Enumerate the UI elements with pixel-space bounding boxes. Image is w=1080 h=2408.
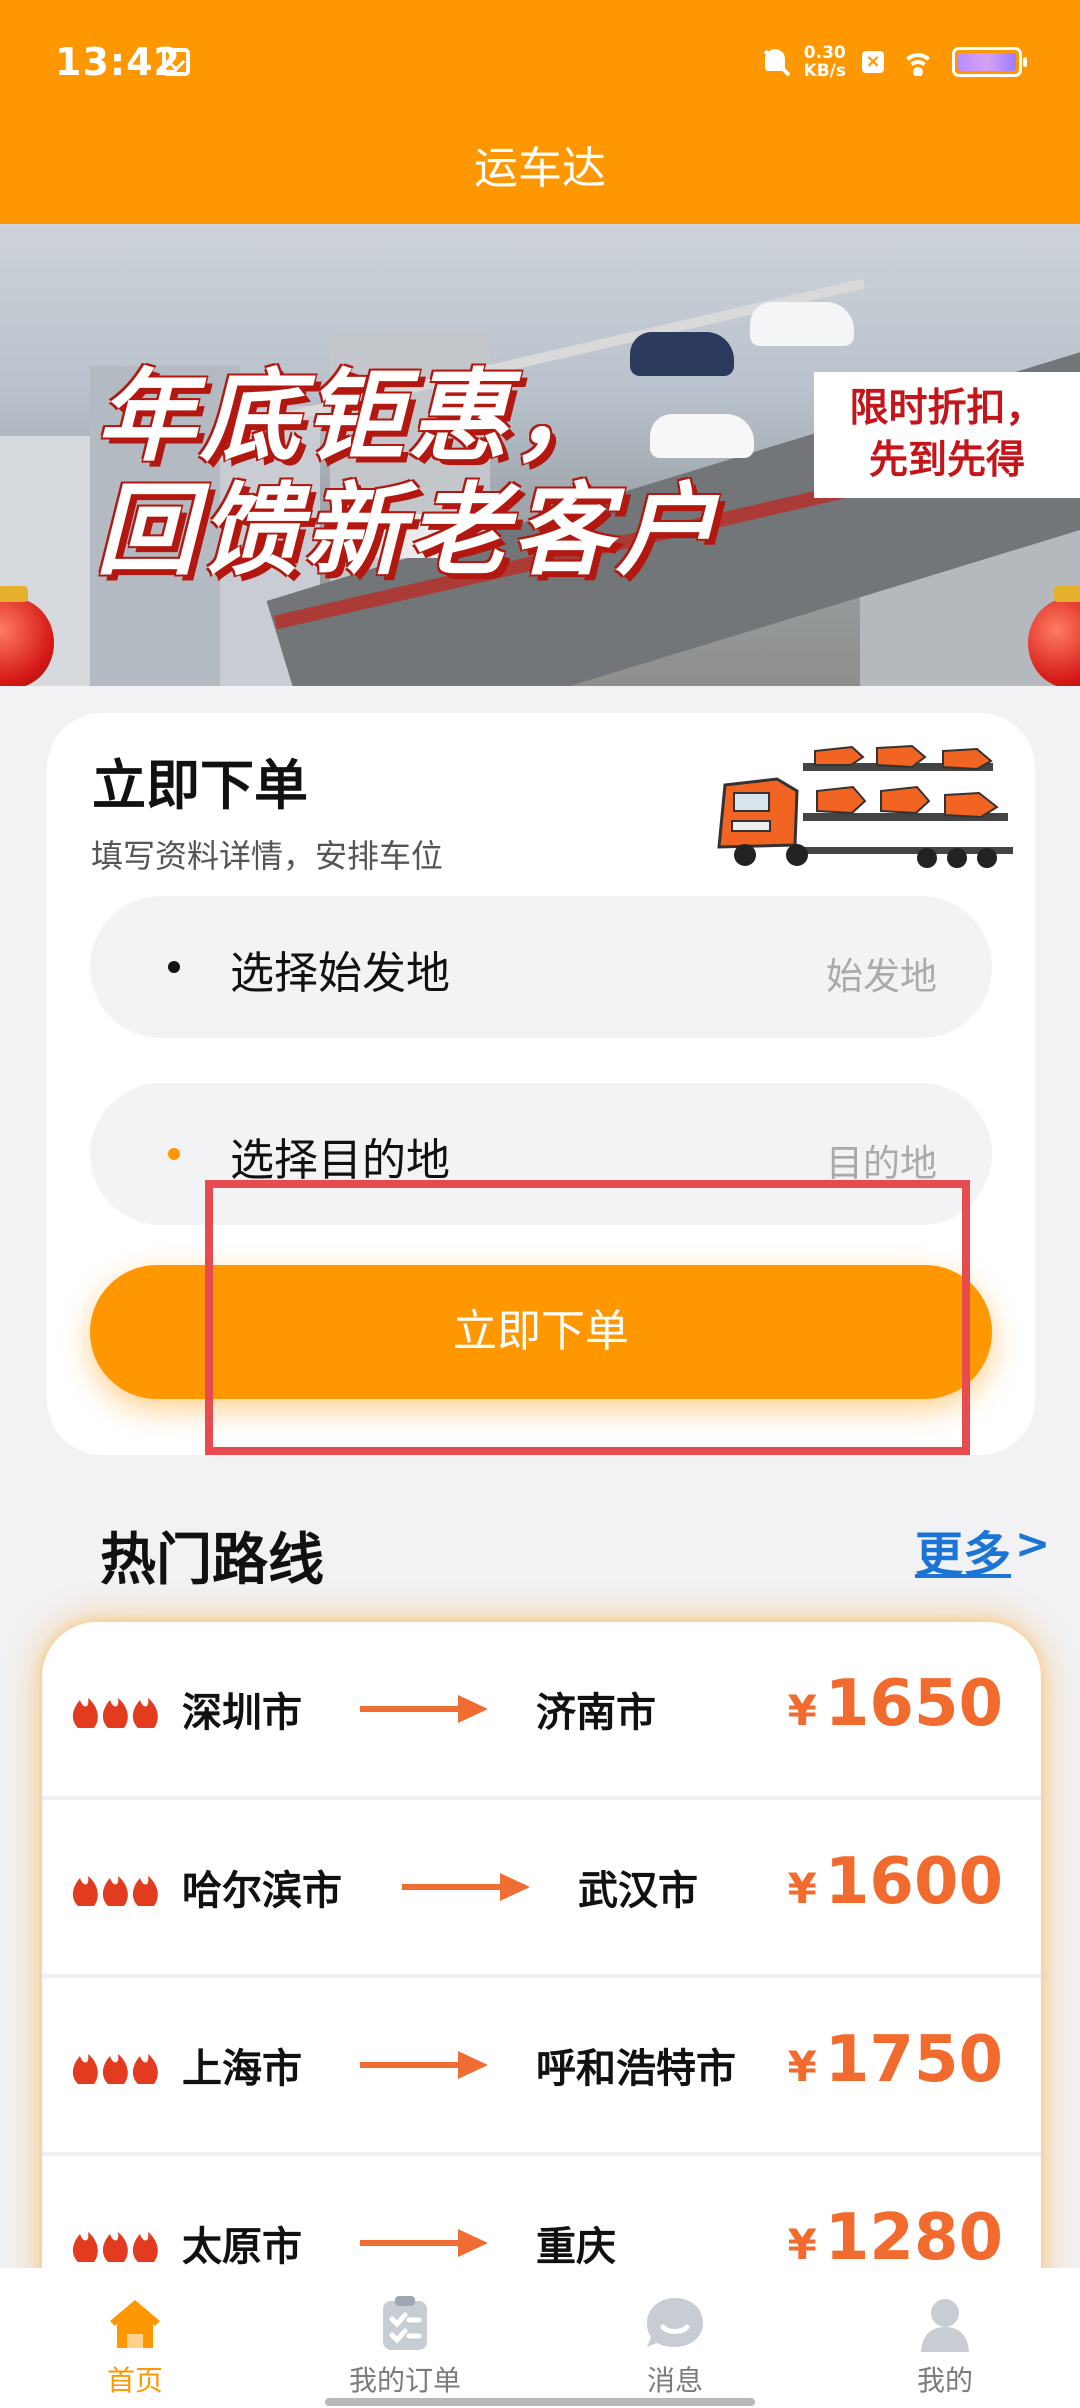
banner-headline-line: 年底钜惠，: [96, 358, 616, 475]
route-origin: 深圳市: [182, 1690, 302, 1736]
route-origin: 太原市: [182, 2224, 302, 2270]
fire-icon: [72, 2232, 158, 2262]
hot-routes-title: 热门路线: [100, 1528, 324, 1593]
route-price-value: 1280: [824, 2201, 1003, 2275]
app-notification-icon: [162, 48, 190, 76]
more-arrow-icon[interactable]: >: [1015, 1519, 1050, 1568]
profile-icon: [921, 2299, 969, 2352]
currency-symbol: ¥: [787, 2220, 817, 2269]
route-arrow-icon: [360, 2229, 488, 2257]
highlight-box: [205, 1180, 970, 1455]
battery-icon: [952, 47, 1027, 77]
route-arrow-icon: [360, 1695, 488, 1723]
home-indicator: [325, 2398, 755, 2406]
banner-headline-line: 回馈新老客户: [96, 472, 720, 589]
fire-icon: [72, 1876, 158, 1906]
route-price-value: 1650: [824, 1667, 1003, 1741]
origin-dot-icon: [168, 961, 180, 973]
nav-home[interactable]: 首页: [0, 2268, 270, 2408]
nav-orders[interactable]: 我的订单: [270, 2268, 540, 2408]
message-icon: [647, 2298, 703, 2347]
destination-placeholder: 目的地: [826, 1142, 937, 1185]
order-card-subtitle: 填写资料详情，安排车位: [91, 837, 444, 875]
currency-symbol: ¥: [787, 2042, 817, 2091]
home-icon: [110, 2300, 160, 2348]
route-row[interactable]: 哈尔滨市 武汉市 ¥1600: [42, 1800, 1041, 1978]
route-price: ¥1600: [788, 1842, 1003, 1929]
network-speed-unit: KB/s: [803, 61, 846, 81]
more-routes-link[interactable]: 更多: [915, 1515, 1011, 1585]
currency-symbol: ¥: [787, 1864, 817, 1913]
order-card-title: 立即下单: [92, 754, 308, 817]
fire-icon: [72, 2054, 158, 2084]
destination-label: 选择目的地: [230, 1135, 450, 1186]
route-destination: 呼和浩特市: [536, 2046, 736, 2092]
app-header: 13:42 0.30 KB/s × 运车达: [0, 0, 1080, 224]
route-destination: 重庆: [536, 2224, 616, 2270]
close-notification-icon: ×: [862, 51, 884, 73]
mute-bell-icon: [762, 47, 788, 77]
route-origin: 哈尔滨市: [182, 1868, 342, 1914]
route-destination: 济南市: [536, 1690, 656, 1736]
currency-symbol: ¥: [787, 1686, 817, 1735]
route-origin: 上海市: [182, 2046, 302, 2092]
route-price-value: 1600: [824, 1845, 1003, 1919]
promo-banner[interactable]: 年底钜惠， 回馈新老客户 限时折扣， 先到先得: [0, 224, 1080, 686]
nav-orders-label: 我的订单: [348, 2364, 461, 2397]
route-arrow-icon: [402, 1873, 530, 1901]
route-arrow-icon: [360, 2051, 488, 2079]
status-bar: 13:42 0.30 KB/s ×: [0, 0, 1080, 126]
route-row[interactable]: 上海市 呼和浩特市 ¥1750: [42, 1978, 1041, 2156]
network-speed: 0.30 KB/s: [804, 44, 846, 80]
route-price: ¥1750: [788, 2020, 1003, 2107]
status-icons: 0.30 KB/s ×: [762, 40, 1027, 84]
route-row[interactable]: 深圳市 济南市 ¥1650: [42, 1622, 1041, 1800]
origin-placeholder: 始发地: [826, 955, 937, 998]
banner-badge-line: 限时折扣，: [849, 386, 1045, 431]
route-price: ¥1650: [788, 1664, 1003, 1751]
banner-headline: 年底钜惠， 回馈新老客户: [96, 360, 720, 588]
car: [750, 302, 854, 346]
banner-badge: 限时折扣， 先到先得: [814, 372, 1080, 498]
origin-label: 选择始发地: [230, 948, 450, 999]
nav-profile-label: 我的: [916, 2364, 973, 2397]
banner-badge-line: 先到先得: [868, 438, 1025, 483]
fire-icon: [72, 1698, 158, 1728]
route-destination: 武汉市: [578, 1868, 698, 1914]
wifi-icon: [900, 48, 936, 76]
nav-messages-label: 消息: [646, 2364, 703, 2397]
origin-field[interactable]: 选择始发地 始发地: [90, 896, 992, 1038]
orders-icon: [383, 2296, 427, 2350]
bottom-navigation: 首页 我的订单 消息 我的: [0, 2268, 1080, 2408]
nav-messages[interactable]: 消息: [540, 2268, 810, 2408]
route-price-value: 1750: [824, 2023, 1003, 2097]
nav-profile[interactable]: 我的: [810, 2268, 1080, 2408]
car-carrier-truck-icon: [717, 744, 1013, 868]
app-title: 运车达: [474, 143, 606, 194]
destination-dot-icon: [168, 1148, 180, 1160]
nav-home-label: 首页: [106, 2364, 163, 2397]
network-speed-value: 0.30: [803, 43, 846, 63]
